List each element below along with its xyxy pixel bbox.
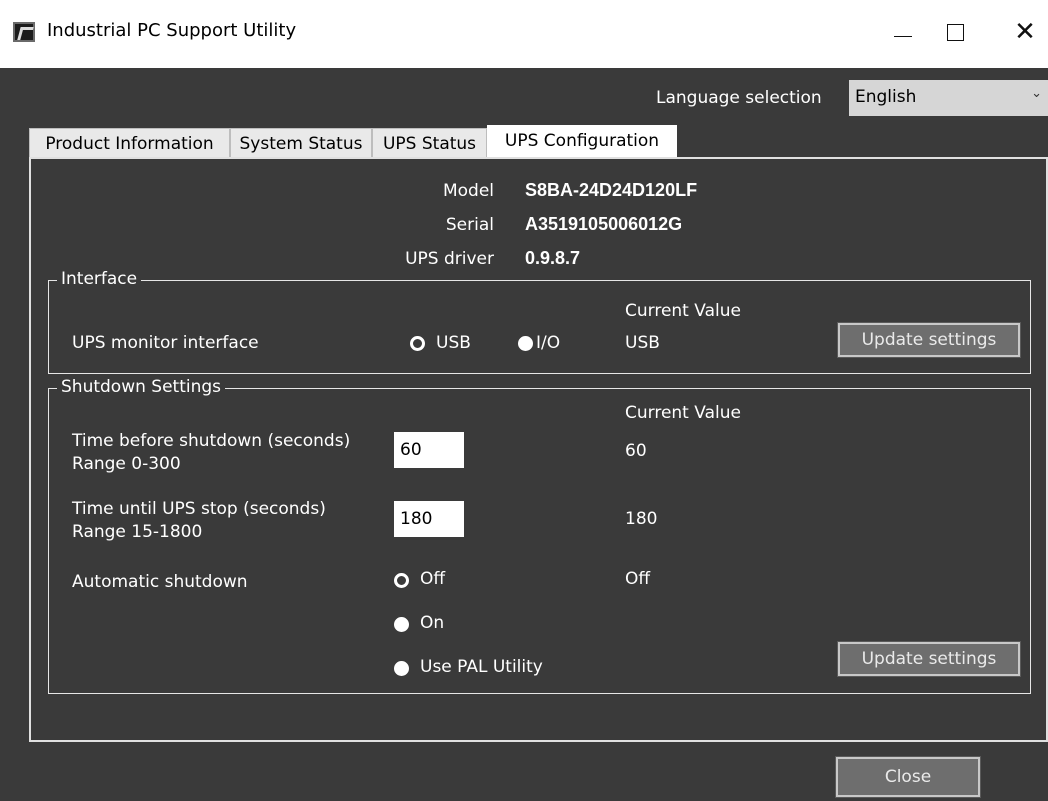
radio-auto-off-label: Off: [420, 569, 446, 589]
interface-update-settings-button[interactable]: Update settings: [837, 322, 1021, 358]
time-until-ups-stop-current: 180: [625, 509, 658, 529]
title-bar: Industrial PC Support Utility ✕: [0, 0, 1048, 68]
shutdown-settings-legend: Shutdown Settings: [57, 377, 226, 397]
tab-ups-configuration[interactable]: UPS Configuration: [487, 125, 677, 158]
chevron-down-icon: ⌄: [1031, 86, 1042, 101]
serial-label: Serial: [445, 215, 494, 235]
shutdown-settings-group: Shutdown Settings Current Value Time bef…: [48, 377, 1031, 694]
close-icon: ✕: [1014, 17, 1036, 47]
interface-legend: Interface: [57, 269, 142, 289]
footer-bar: Close: [0, 742, 1048, 801]
time-before-shutdown-current: 60: [625, 441, 647, 461]
close-button[interactable]: Close: [835, 756, 981, 798]
radio-usb-label: USB: [436, 333, 471, 353]
radio-auto-on-label: On: [420, 613, 445, 633]
minimize-icon: [894, 35, 912, 37]
tab-product-information[interactable]: Product Information: [29, 128, 230, 158]
radio-auto-on[interactable]: [394, 617, 409, 632]
app-icon: [13, 22, 35, 42]
ups-monitor-interface-label: UPS monitor interface: [72, 333, 259, 353]
radio-use-pal-utility-label: Use PAL Utility: [420, 657, 543, 677]
automatic-shutdown-current: Off: [625, 569, 651, 589]
time-until-ups-stop-range: Range 15-1800: [72, 522, 203, 542]
time-until-ups-stop-label: Time until UPS stop (seconds): [72, 499, 326, 519]
language-select-value: English: [855, 87, 917, 107]
tab-system-status[interactable]: System Status: [230, 128, 372, 158]
radio-io[interactable]: [518, 336, 533, 351]
maximize-button[interactable]: [932, 12, 978, 52]
shutdown-update-settings-button[interactable]: Update settings: [837, 641, 1021, 677]
window-title: Industrial PC Support Utility: [47, 20, 297, 41]
maximize-icon: [946, 23, 964, 41]
interface-current-value-header: Current Value: [625, 301, 741, 321]
language-selection-label: Language selection: [656, 88, 822, 108]
time-until-ups-stop-input[interactable]: [394, 501, 464, 537]
radio-io-label: I/O: [536, 333, 561, 353]
language-select[interactable]: English ⌄: [849, 80, 1048, 116]
time-before-shutdown-input[interactable]: [394, 432, 464, 468]
automatic-shutdown-label: Automatic shutdown: [72, 572, 248, 592]
ups-driver-label: UPS driver: [405, 249, 494, 269]
radio-usb[interactable]: [410, 336, 425, 351]
tab-ups-status[interactable]: UPS Status: [372, 128, 487, 158]
ups-configuration-panel: Model S8BA-24D24D120LF Serial A351910500…: [29, 157, 1048, 742]
radio-auto-off[interactable]: [394, 573, 409, 588]
interface-current-value: USB: [625, 333, 660, 353]
time-before-shutdown-range: Range 0-300: [72, 454, 181, 474]
ups-driver-value: 0.9.8.7: [525, 248, 581, 268]
model-label: Model: [442, 181, 494, 201]
interface-group: Interface Current Value UPS monitor inte…: [48, 269, 1031, 374]
shutdown-current-value-header: Current Value: [625, 403, 741, 423]
window-close-button[interactable]: ✕: [1002, 12, 1048, 52]
minimize-button[interactable]: [880, 12, 926, 52]
time-before-shutdown-label: Time before shutdown (seconds): [72, 431, 351, 451]
radio-use-pal-utility[interactable]: [394, 661, 409, 676]
model-value: S8BA-24D24D120LF: [525, 180, 698, 200]
serial-value: A3519105006012G: [525, 214, 683, 234]
